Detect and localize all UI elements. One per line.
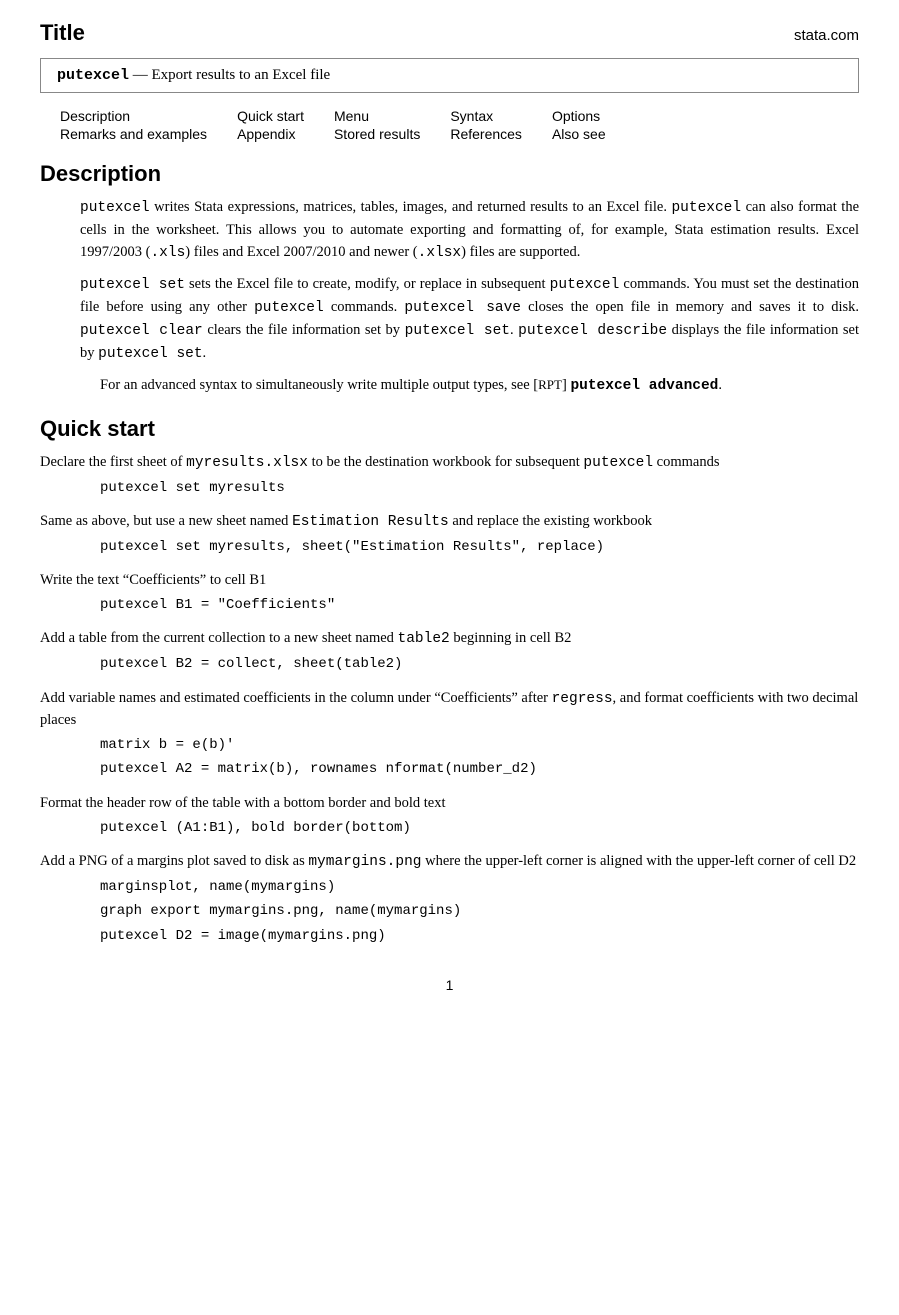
putexcel-save-mono: putexcel save	[404, 300, 521, 316]
putexcel-mono-1: putexcel	[80, 200, 150, 216]
nav-appendix[interactable]: Appendix	[237, 126, 295, 142]
qs-desc-7: Add a PNG of a margins plot saved to dis…	[40, 851, 859, 874]
putexcel-set-mono: putexcel set	[80, 277, 185, 293]
putexcel-clear-mono: putexcel clear	[80, 323, 203, 339]
page: Title stata.com putexcel — Export result…	[0, 0, 899, 1315]
nav-remarks[interactable]: Remarks and examples	[60, 126, 207, 142]
nav-menu[interactable]: Menu	[334, 108, 369, 124]
qs-item-7: Add a PNG of a margins plot saved to dis…	[40, 851, 859, 947]
qs-desc-2: Same as above, but use a new sheet named…	[40, 511, 859, 534]
qs-mono-table2: table2	[398, 631, 450, 647]
quickstart-heading: Quick start	[40, 416, 859, 442]
qs-desc-5: Add variable names and estimated coeffic…	[40, 688, 859, 733]
qs-mono-putexcel-1: putexcel	[583, 455, 653, 471]
xlsx-mono: .xlsx	[418, 245, 462, 261]
qs-code-6: putexcel (A1:B1), bold border(bottom)	[40, 817, 859, 839]
nav-table: Description Quick start Menu Syntax Opti…	[60, 107, 839, 143]
qs-desc-4: Add a table from the current collection …	[40, 628, 859, 651]
putexcel-advanced-mono: putexcel advanced	[570, 378, 718, 394]
qs-item-5: Add variable names and estimated coeffic…	[40, 688, 859, 781]
qs-desc-1: Declare the first sheet of myresults.xls…	[40, 452, 859, 475]
putexcel-set-mono-2: putexcel set	[405, 323, 510, 339]
command-box: putexcel — Export results to an Excel fi…	[40, 58, 859, 93]
qs-code-7b: graph export mymargins.png, name(mymargi…	[40, 900, 859, 922]
qs-code-1: putexcel set myresults	[40, 477, 859, 499]
page-title: Title	[40, 20, 85, 46]
description-heading: Description	[40, 161, 859, 187]
stata-com-label: stata.com	[794, 27, 859, 44]
qs-mono-regress: regress	[552, 691, 613, 707]
qs-desc-3: Write the text “Coefficients” to cell B1	[40, 570, 859, 592]
nav-links: Description Quick start Menu Syntax Opti…	[60, 107, 636, 143]
nav-references[interactable]: References	[450, 126, 522, 142]
xls-mono: .xls	[150, 245, 185, 261]
qs-code-7a: marginsplot, name(mymargins)	[40, 876, 859, 898]
title-bar: Title stata.com	[40, 20, 859, 46]
nav-options[interactable]: Options	[552, 108, 600, 124]
putexcel-set-mono-3: putexcel set	[98, 346, 202, 362]
putexcel-mono-4: putexcel	[254, 300, 324, 316]
nav-description[interactable]: Description	[60, 108, 130, 124]
nav-stored-results[interactable]: Stored results	[334, 126, 420, 142]
nav-syntax[interactable]: Syntax	[450, 108, 493, 124]
qs-code-5b: putexcel A2 = matrix(b), rownames nforma…	[40, 758, 859, 780]
qs-desc-6: Format the header row of the table with …	[40, 793, 859, 815]
putexcel-mono-2: putexcel	[671, 200, 741, 216]
qs-mono-estimation: Estimation Results	[292, 514, 449, 530]
qs-item-2: Same as above, but use a new sheet named…	[40, 511, 859, 558]
qs-mono-mymargins-png: mymargins.png	[308, 854, 421, 870]
putexcel-mono-3: putexcel	[550, 277, 620, 293]
qs-item-1: Declare the first sheet of myresults.xls…	[40, 452, 859, 499]
command-dash: —	[133, 67, 148, 83]
description-para3: For an advanced syntax to simultaneously…	[40, 375, 859, 398]
qs-item-4: Add a table from the current collection …	[40, 628, 859, 675]
putexcel-describe-mono: putexcel describe	[518, 323, 667, 339]
qs-mono-myresults-xlsx: myresults.xlsx	[186, 455, 308, 471]
qs-code-3: putexcel B1 = "Coefficients"	[40, 594, 859, 616]
description-para1: putexcel writes Stata expressions, matri…	[40, 197, 859, 264]
rpt-bracket: RPT	[538, 377, 562, 392]
qs-code-5a: matrix b = e(b)'	[40, 734, 859, 756]
command-description: Export results to an Excel file	[152, 67, 331, 83]
qs-code-2: putexcel set myresults, sheet("Estimatio…	[40, 536, 859, 558]
description-para2: putexcel set sets the Excel file to crea…	[40, 274, 859, 365]
qs-item-6: Format the header row of the table with …	[40, 793, 859, 839]
nav-also-see[interactable]: Also see	[552, 126, 606, 142]
qs-code-7c: putexcel D2 = image(mymargins.png)	[40, 925, 859, 947]
command-name: putexcel	[57, 67, 129, 84]
qs-item-3: Write the text “Coefficients” to cell B1…	[40, 570, 859, 616]
page-number: 1	[40, 977, 859, 993]
qs-code-4: putexcel B2 = collect, sheet(table2)	[40, 653, 859, 675]
nav-quickstart[interactable]: Quick start	[237, 108, 304, 124]
